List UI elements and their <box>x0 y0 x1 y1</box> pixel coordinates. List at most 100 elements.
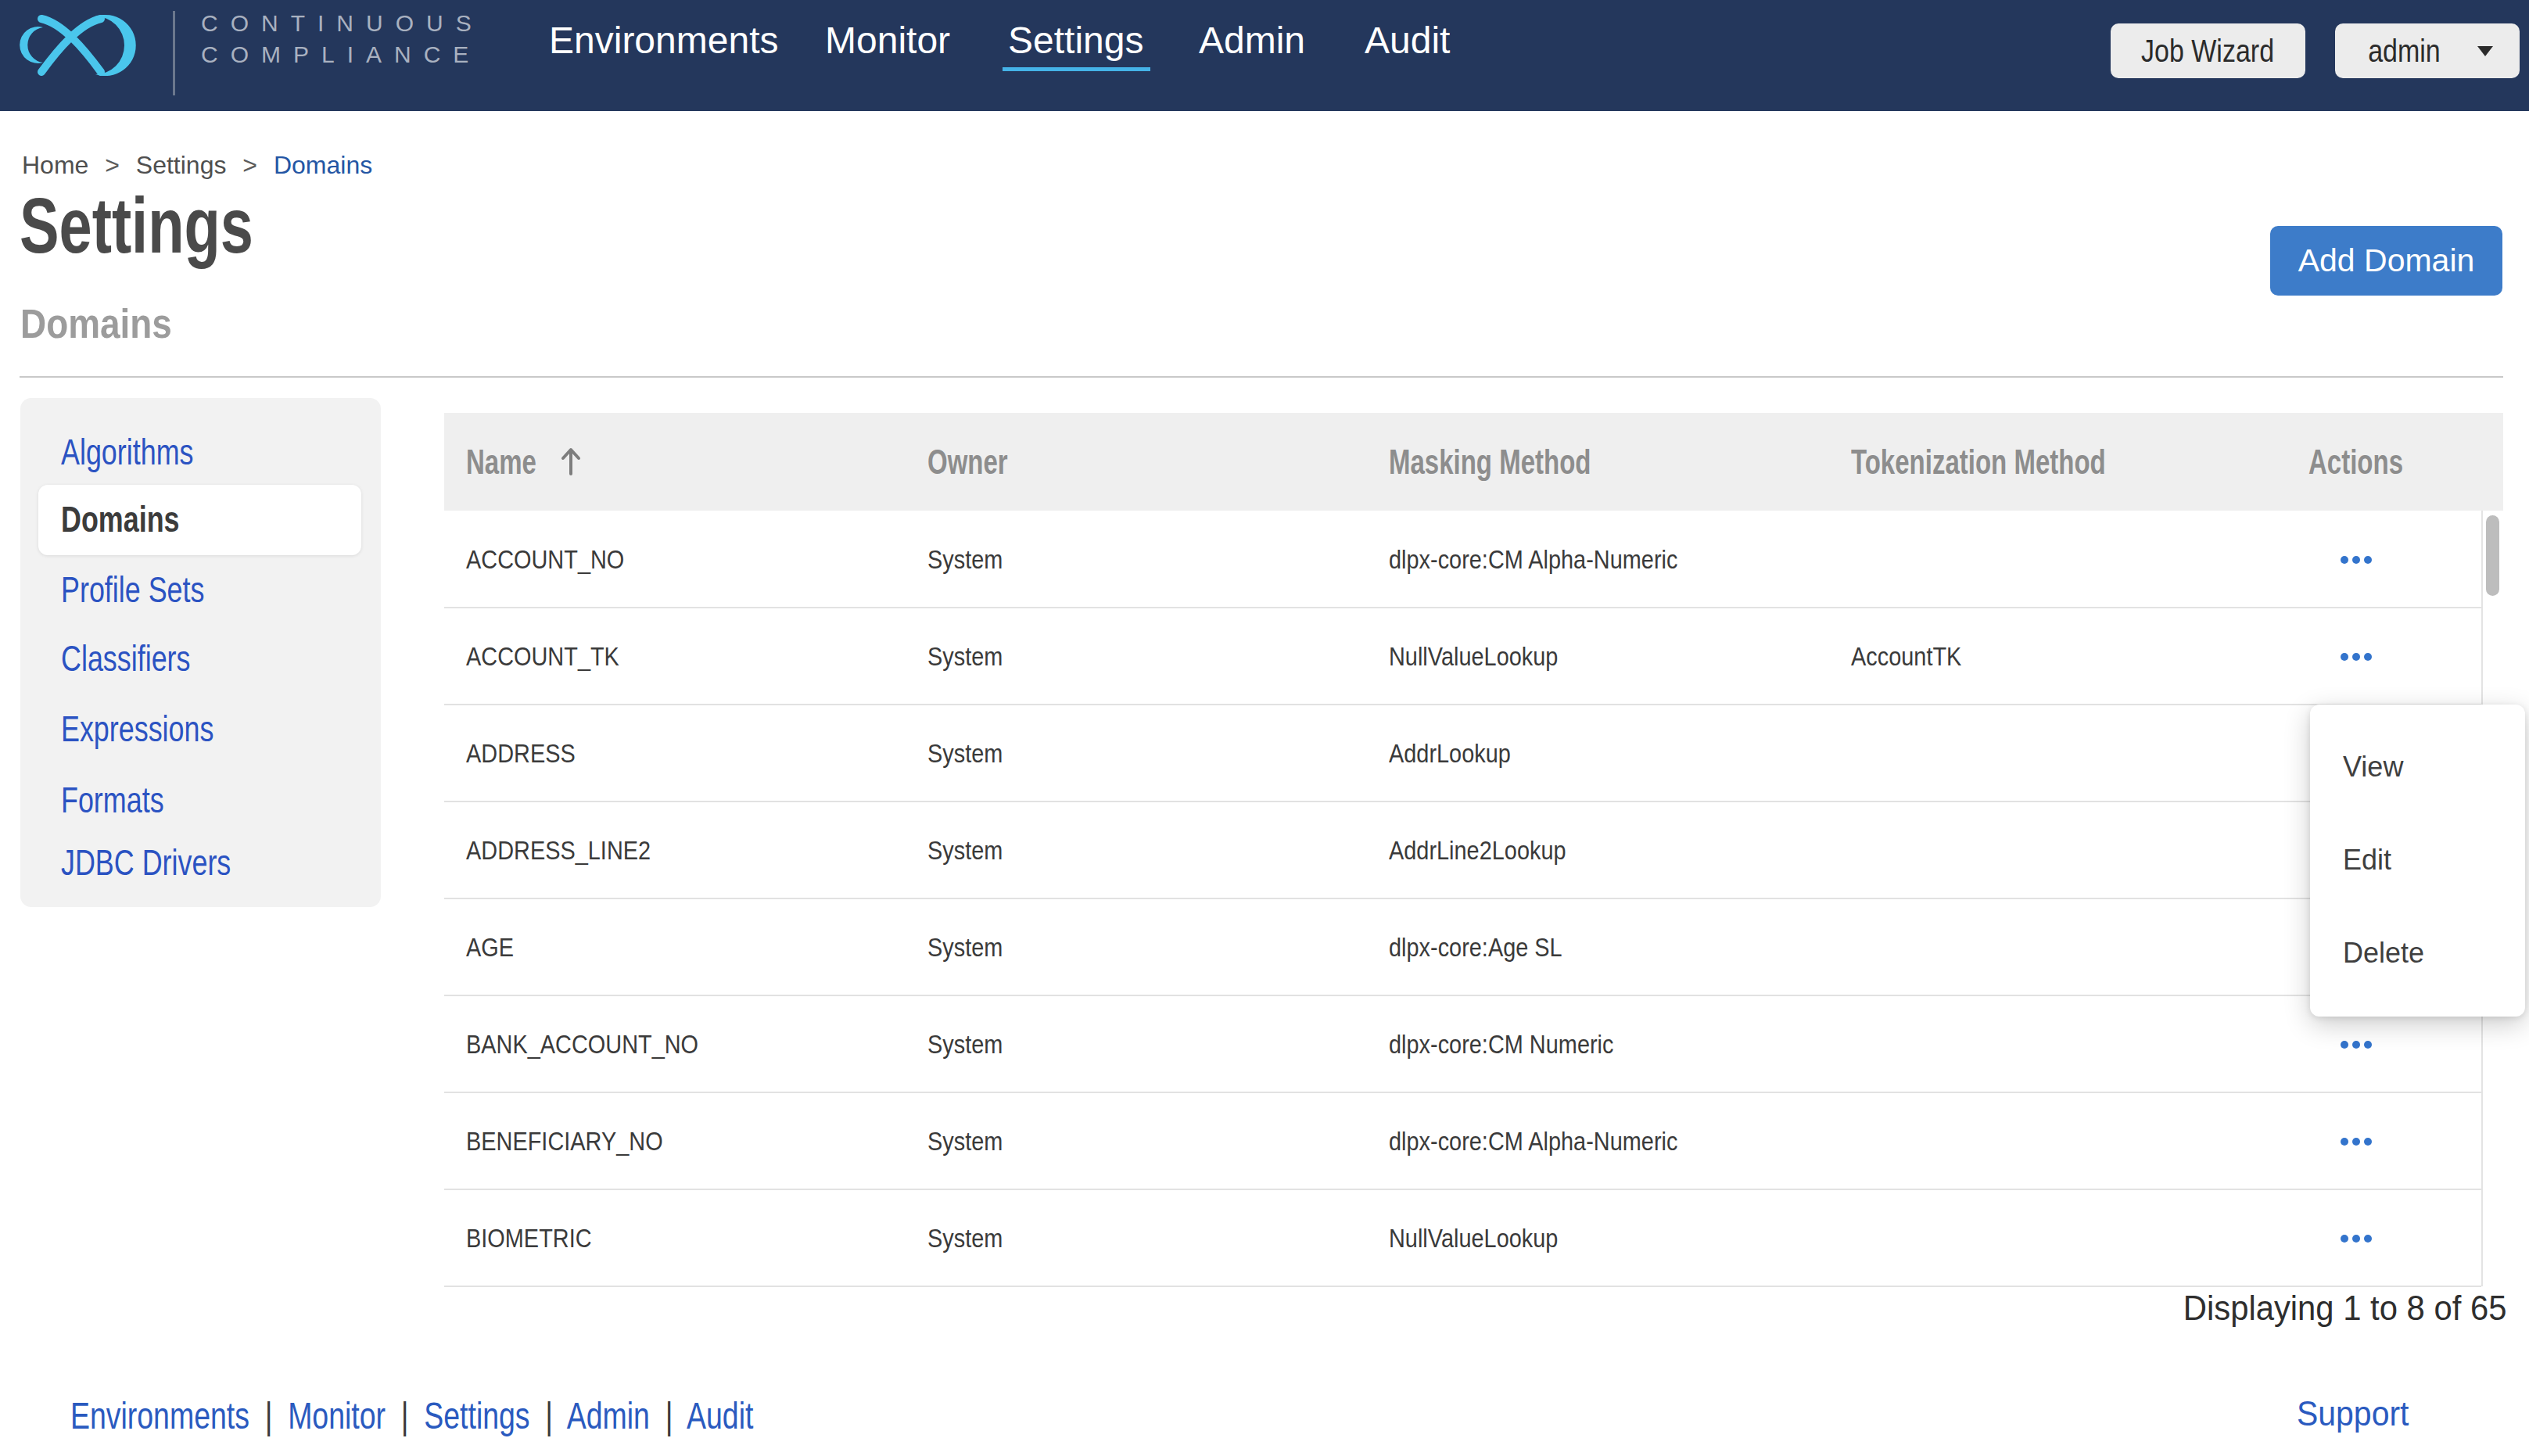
menu-item-view[interactable]: View <box>2343 753 2403 781</box>
job-wizard-button[interactable]: Job Wizard <box>2111 23 2305 78</box>
sidebar-item-profile-sets[interactable]: Profile Sets <box>61 572 204 608</box>
cell-masking-method: AddrLookup <box>1389 740 1511 766</box>
table-row-address-line2: ADDRESS_LINE2 System AddrLine2Lookup <box>444 802 2481 899</box>
ellipsis-dot <box>2352 1041 2360 1049</box>
breadcrumb-settings[interactable]: Settings <box>136 151 227 179</box>
nav-environments[interactable]: Environments <box>549 22 778 59</box>
row-actions-ellipsis-icon[interactable] <box>2326 1221 2385 1256</box>
pagination-status: Displaying 1 to 8 of 65 <box>2183 1291 2506 1325</box>
sort-ascending-icon[interactable] <box>560 446 582 477</box>
cell-owner: System <box>927 1031 1003 1057</box>
cell-name: ADDRESS_LINE2 <box>466 837 651 863</box>
cell-tokenization-method: AccountTK <box>1851 643 1961 669</box>
delphix-logo-icon <box>20 14 138 78</box>
settings-sidebar: Algorithms Domains Profile Sets Classifi… <box>20 398 381 907</box>
sidebar-item-algorithms[interactable]: Algorithms <box>61 434 193 470</box>
cell-masking-method: NullValueLookup <box>1389 643 1558 669</box>
breadcrumb-home[interactable]: Home <box>22 151 88 179</box>
table-row-age: AGE System dlpx-core:Age SL <box>444 898 2481 996</box>
sidebar-item-domains[interactable]: Domains <box>61 501 180 537</box>
cell-owner: System <box>927 740 1003 766</box>
ellipsis-dot <box>2341 1041 2348 1049</box>
ellipsis-dot <box>2341 1138 2348 1146</box>
nav-settings[interactable]: Settings <box>1008 22 1143 59</box>
sidebar-item-expressions[interactable]: Expressions <box>61 711 213 747</box>
ellipsis-dot <box>2341 653 2348 661</box>
nav-audit[interactable]: Audit <box>1365 22 1450 59</box>
column-header-masking-method[interactable]: Masking Method <box>1389 445 1591 479</box>
table-row-account-tk: ACCOUNT_TK System NullValueLookup Accoun… <box>444 608 2481 705</box>
section-divider <box>20 376 2503 378</box>
table-row-biometric: BIOMETRIC System NullValueLookup <box>444 1189 2481 1287</box>
row-actions-ellipsis-icon[interactable] <box>2326 1027 2385 1062</box>
column-header-actions: Actions <box>2308 445 2403 479</box>
table-header-row: Name Owner Masking Method Tokenization M… <box>444 413 2503 511</box>
footer-link-admin[interactable]: Admin <box>567 1395 650 1436</box>
brand-wordmark-line1: CONTINUOUS <box>201 8 484 39</box>
footer-link-support[interactable]: Support <box>2297 1396 2409 1431</box>
row-actions-menu: View Edit Delete <box>2310 705 2525 1017</box>
cell-name: BENEFICIARY_NO <box>466 1128 663 1154</box>
cell-masking-method: dlpx-core:CM Numeric <box>1389 1031 1613 1057</box>
footer-link-settings[interactable]: Settings <box>424 1395 529 1436</box>
sidebar-item-jdbc-drivers[interactable]: JDBC Drivers <box>61 845 231 880</box>
menu-item-delete[interactable]: Delete <box>2343 939 2424 967</box>
row-divider <box>444 1286 2481 1287</box>
caret-down-icon <box>2477 46 2493 56</box>
cell-owner: System <box>927 643 1003 669</box>
footer-separator: | <box>665 1395 673 1436</box>
brand-wordmark: CONTINUOUS COMPLIANCE <box>201 8 484 70</box>
cell-name: BANK_ACCOUNT_NO <box>466 1031 698 1057</box>
brand-divider <box>173 11 175 95</box>
cell-name: ACCOUNT_TK <box>466 643 619 669</box>
cell-masking-method: dlpx-core:Age SL <box>1389 934 1562 960</box>
row-actions-ellipsis-icon[interactable] <box>2326 1124 2385 1159</box>
ellipsis-dot <box>2341 556 2348 564</box>
footer-separator: | <box>265 1395 273 1436</box>
table-row-bank-account-no: BANK_ACCOUNT_NO System dlpx-core:CM Nume… <box>444 995 2481 1093</box>
brand-wordmark-line2: COMPLIANCE <box>201 39 484 70</box>
cell-owner: System <box>927 837 1003 863</box>
ellipsis-dot <box>2364 1041 2372 1049</box>
ellipsis-dot <box>2364 1235 2372 1243</box>
row-actions-ellipsis-icon[interactable] <box>2326 639 2385 674</box>
add-domain-button[interactable]: Add Domain <box>2270 226 2502 296</box>
cell-name: ADDRESS <box>466 740 576 766</box>
nav-monitor[interactable]: Monitor <box>825 22 950 59</box>
user-menu-button[interactable]: admin <box>2335 23 2520 78</box>
column-header-owner[interactable]: Owner <box>927 445 1008 479</box>
cell-owner: System <box>927 1128 1003 1154</box>
footer-link-environments[interactable]: Environments <box>70 1395 249 1436</box>
scrollbar-thumb[interactable] <box>2486 515 2499 596</box>
footer-separator: | <box>401 1395 409 1436</box>
user-menu-label: admin <box>2368 34 2441 69</box>
footer-separator: | <box>545 1395 553 1436</box>
ellipsis-dot <box>2352 1138 2360 1146</box>
cell-masking-method: AddrLine2Lookup <box>1389 837 1566 863</box>
cell-name: AGE <box>466 934 514 960</box>
footer-link-audit[interactable]: Audit <box>687 1395 753 1436</box>
cell-masking-method: NullValueLookup <box>1389 1225 1558 1251</box>
sidebar-item-classifiers[interactable]: Classifiers <box>61 640 190 676</box>
topbar: CONTINUOUS COMPLIANCE Environments Monit… <box>0 0 2529 111</box>
table-row-account-no: ACCOUNT_NO System dlpx-core:CM Alpha-Num… <box>444 511 2481 608</box>
sidebar-item-formats[interactable]: Formats <box>61 782 164 818</box>
ellipsis-dot <box>2364 1138 2372 1146</box>
footer-link-monitor[interactable]: Monitor <box>288 1395 386 1436</box>
ellipsis-dot <box>2364 556 2372 564</box>
ellipsis-dot <box>2352 653 2360 661</box>
ellipsis-dot <box>2352 556 2360 564</box>
column-header-name[interactable]: Name <box>466 445 536 479</box>
column-header-tokenization-method[interactable]: Tokenization Method <box>1851 445 2106 479</box>
ellipsis-dot <box>2341 1235 2348 1243</box>
menu-item-edit[interactable]: Edit <box>2343 846 2391 874</box>
row-actions-ellipsis-icon[interactable] <box>2326 542 2385 577</box>
cell-owner: System <box>927 1225 1003 1251</box>
ellipsis-dot <box>2352 1235 2360 1243</box>
breadcrumb: Home > Settings > Domains <box>22 152 372 178</box>
breadcrumb-domains[interactable]: Domains <box>274 151 372 179</box>
cell-owner: System <box>927 934 1003 960</box>
nav-admin[interactable]: Admin <box>1199 22 1305 59</box>
cell-owner: System <box>927 546 1003 572</box>
breadcrumb-separator: > <box>105 151 120 179</box>
